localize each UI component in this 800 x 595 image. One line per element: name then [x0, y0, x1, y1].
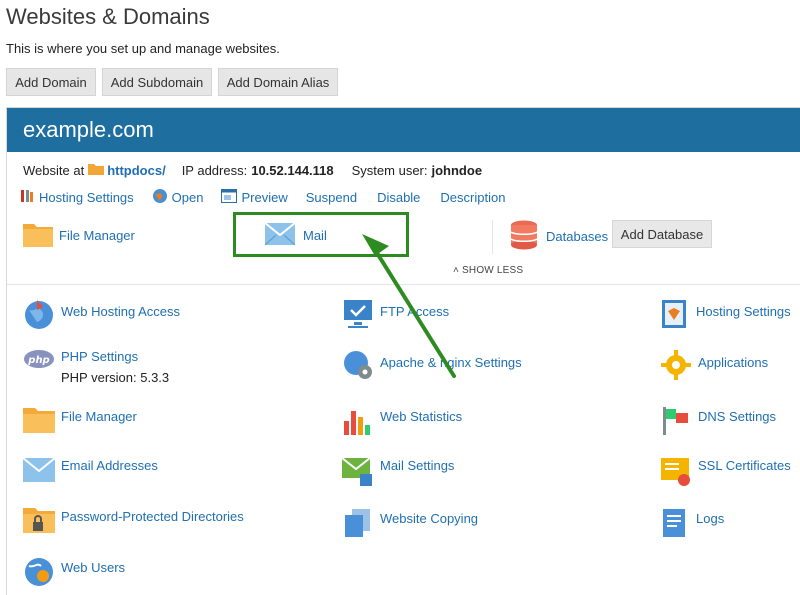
logs-item[interactable]: Logs: [660, 507, 724, 542]
gear-icon: [660, 349, 692, 384]
website-copying-item[interactable]: Website Copying: [342, 507, 478, 542]
ftp-access-item[interactable]: FTP Access: [342, 298, 449, 333]
ssl-certificates-item[interactable]: SSL Certificates: [660, 456, 791, 491]
mail-settings-icon: [341, 456, 374, 491]
database-icon: [510, 220, 538, 253]
website-at-label: Website at: [23, 163, 85, 178]
hosting-settings-icon: [660, 298, 690, 333]
php-version: PHP version: 5.3.3: [61, 370, 170, 385]
bar-chart-icon: [342, 405, 374, 440]
divider: [7, 284, 800, 285]
ip-label: IP address:: [181, 163, 248, 178]
copy-icon: [342, 507, 374, 542]
docroot-link[interactable]: httpdocs/: [107, 163, 166, 178]
domain-panel: example.com Website at httpdocs/ IP addr…: [6, 107, 800, 595]
add-database-button[interactable]: Add Database: [612, 220, 712, 248]
dns-settings-item[interactable]: DNS Settings: [660, 405, 776, 440]
email-addresses-item[interactable]: Email Addresses: [22, 457, 158, 485]
mail-settings-item[interactable]: Mail Settings: [341, 456, 454, 491]
locked-folder-icon: [23, 505, 55, 538]
wrench-icon: [19, 188, 35, 207]
applications-item[interactable]: Applications: [660, 349, 768, 384]
system-user-value: johndoe: [431, 163, 483, 178]
databases-tool[interactable]: Databases: [510, 220, 608, 253]
add-subdomain-button[interactable]: Add Subdomain: [102, 68, 212, 96]
log-document-icon: [660, 507, 690, 542]
web-hosting-access-item[interactable]: Web Hosting Access: [23, 298, 180, 333]
php-icon: php: [23, 349, 55, 372]
domain-actions: Hosting Settings Open Preview Suspend Di…: [19, 188, 525, 207]
hosting-settings-item[interactable]: Hosting Settings: [660, 298, 791, 333]
web-users-item[interactable]: Web Users: [23, 556, 125, 591]
show-less-toggle[interactable]: ˄ SHOW LESS: [453, 265, 523, 276]
certificate-icon: [660, 456, 692, 491]
folder-icon: [88, 163, 105, 178]
globe-icon: [152, 188, 168, 207]
ftp-icon: [342, 298, 374, 333]
folder-icon: [23, 405, 55, 436]
open-link[interactable]: Open: [152, 188, 203, 207]
page-title: Websites & Domains: [6, 4, 210, 29]
preview-link[interactable]: Preview: [221, 189, 288, 206]
system-user-label: System user:: [351, 163, 428, 178]
apache-nginx-settings-item[interactable]: Apache & nginx Settings: [342, 349, 522, 384]
chevron-up-icon: ˄: [453, 265, 460, 276]
globe-user-icon: [23, 298, 55, 333]
domain-name[interactable]: example.com: [23, 117, 154, 143]
file-manager-item[interactable]: File Manager: [23, 405, 137, 436]
mail-highlight-box: [233, 212, 409, 257]
php-settings-item[interactable]: php PHP Settings PHP version: 5.3.3: [23, 349, 169, 385]
hosting-settings-link[interactable]: Hosting Settings: [19, 188, 134, 207]
page-description: This is where you set up and manage webs…: [6, 41, 280, 56]
password-protected-directories-item[interactable]: Password-Protected Directories: [23, 505, 244, 538]
envelope-icon: [22, 457, 56, 485]
globe-users-icon: [23, 556, 55, 591]
file-manager-tool[interactable]: File Manager: [23, 221, 135, 250]
ip-value: 10.52.144.118: [251, 163, 334, 178]
browser-icon: [221, 189, 238, 206]
add-domain-button[interactable]: Add Domain: [6, 68, 96, 96]
globe-gear-icon: [342, 349, 374, 384]
svg-text:php: php: [27, 355, 49, 366]
description-link[interactable]: Description: [440, 190, 505, 205]
folder-icon: [23, 221, 53, 250]
domain-header: example.com: [7, 108, 800, 152]
domain-info: Website at httpdocs/ IP address: 10.52.1…: [23, 163, 482, 178]
web-statistics-item[interactable]: Web Statistics: [342, 405, 462, 440]
suspend-link[interactable]: Suspend: [306, 190, 357, 205]
disable-link[interactable]: Disable: [377, 190, 420, 205]
add-domain-alias-button[interactable]: Add Domain Alias: [218, 68, 338, 96]
dns-flag-icon: [660, 405, 692, 440]
